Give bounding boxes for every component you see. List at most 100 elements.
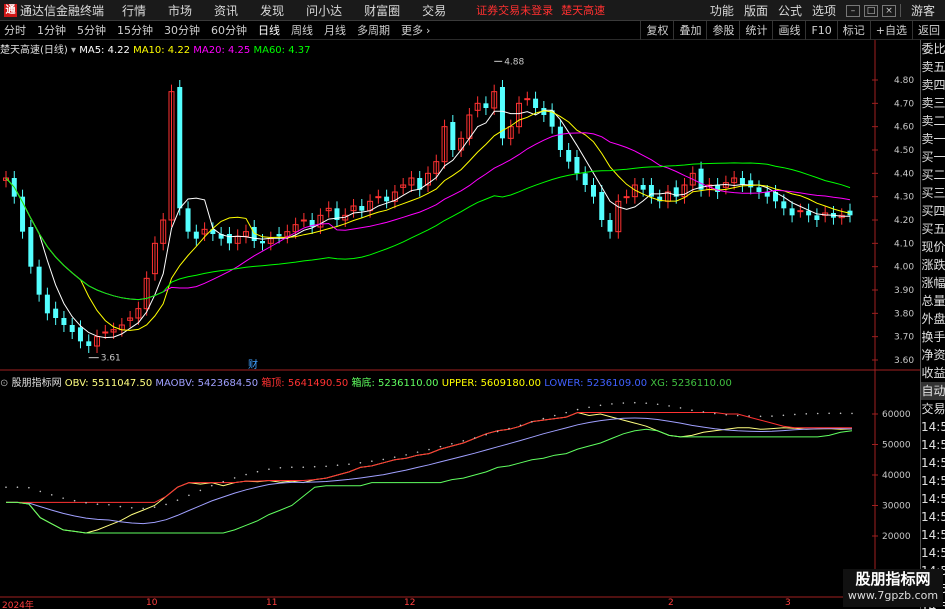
side-panel-item[interactable]: 收益 bbox=[921, 364, 945, 382]
upper-dot bbox=[679, 407, 682, 409]
upper-dot bbox=[736, 414, 739, 417]
candle-body bbox=[28, 227, 34, 267]
side-panel-item[interactable]: 总量 bbox=[921, 292, 945, 310]
upper-dot bbox=[805, 413, 808, 415]
upper-dot bbox=[771, 415, 773, 417]
side-panel-item[interactable]: 净资 bbox=[921, 346, 945, 364]
candle-body bbox=[764, 192, 770, 197]
side-panel-item[interactable]: 涨跌 bbox=[921, 256, 945, 274]
settings-icon[interactable]: ⊙ bbox=[0, 378, 8, 389]
side-panel-item[interactable]: 买五 bbox=[921, 220, 945, 238]
side-panel-item[interactable]: 交易 bbox=[921, 400, 945, 418]
upper-dot bbox=[645, 402, 648, 404]
upper-dot bbox=[268, 468, 270, 471]
upper-dot bbox=[371, 460, 373, 462]
price-tick-label: 3.60 bbox=[894, 356, 914, 366]
candle-body bbox=[359, 206, 365, 211]
upper-dot bbox=[439, 445, 442, 448]
upper-dot bbox=[565, 411, 567, 414]
candle-body bbox=[739, 178, 745, 185]
side-panel-item[interactable]: 外盘 bbox=[921, 310, 945, 328]
candle-body bbox=[599, 192, 605, 220]
side-panel-item[interactable]: 现价 bbox=[921, 238, 945, 256]
candle-body bbox=[781, 201, 787, 209]
upper-dot bbox=[748, 415, 750, 417]
chevron-down-icon[interactable]: ▾ bbox=[71, 45, 76, 56]
side-panel-item[interactable]: 卖二 bbox=[921, 112, 945, 130]
upper-dot bbox=[313, 465, 316, 468]
side-panel-item[interactable]: 14:56 bbox=[921, 454, 945, 472]
low-label: 3.61 bbox=[101, 354, 121, 364]
side-panel-item[interactable]: 14:56 bbox=[921, 526, 945, 544]
upper-dot bbox=[851, 412, 853, 415]
upper-dot bbox=[302, 466, 305, 468]
side-panel-item[interactable]: 14:56 bbox=[921, 544, 945, 562]
upper-dot bbox=[428, 448, 430, 451]
side-panel-item[interactable]: 自动 bbox=[921, 382, 945, 400]
upper-value: UPPER: 5609180.00 bbox=[441, 378, 542, 389]
indicator-legend: ⊙ 股朋指标网 OBV: 5511047.50 MAOBV: 5423684.5… bbox=[0, 374, 732, 389]
ma20-line bbox=[5, 132, 851, 301]
side-panel-item[interactable]: 卖四 bbox=[921, 76, 945, 94]
ma5-value: MA5: 4.22 bbox=[79, 45, 130, 56]
watermark-url: www.7gpzb.com bbox=[847, 589, 939, 602]
price-tick-label: 4.20 bbox=[894, 216, 914, 226]
upper-dot bbox=[588, 406, 590, 409]
finance-marker: 财 bbox=[248, 358, 258, 371]
side-panel-item[interactable]: 14:56 bbox=[921, 472, 945, 490]
upper-dot bbox=[39, 490, 42, 493]
ma10-value: MA10: 4.22 bbox=[133, 45, 191, 56]
side-panel-item[interactable]: 14:56 bbox=[921, 508, 945, 526]
candle-body bbox=[36, 266, 42, 295]
candle-body bbox=[582, 173, 588, 185]
ind-tick-label: 60000 bbox=[882, 410, 911, 420]
candle-body bbox=[69, 325, 75, 332]
date-label: 2 bbox=[668, 598, 674, 608]
candle-body bbox=[574, 157, 580, 174]
upper-dot bbox=[725, 413, 728, 416]
candle-body bbox=[566, 150, 572, 162]
upper-dot bbox=[28, 486, 30, 489]
upper-dot bbox=[165, 503, 167, 506]
candle-body bbox=[53, 308, 59, 318]
upper-dot bbox=[622, 402, 625, 404]
upper-dot bbox=[245, 473, 247, 476]
upper-dot bbox=[199, 489, 202, 492]
kline-chart[interactable]: 4.80 4.70 4.60 4.50 4.40 4.30 4.20 4.10 4.00 3.90… bbox=[0, 0, 920, 598]
upper-dot bbox=[668, 405, 670, 407]
side-panel-item[interactable]: 买三 bbox=[921, 184, 945, 202]
date-label: 11 bbox=[266, 598, 278, 608]
side-panel-item[interactable]: 14:56 bbox=[921, 418, 945, 436]
side-panel-item[interactable]: 买一 bbox=[921, 148, 945, 166]
upper-dot bbox=[782, 414, 785, 417]
price-tick-label: 4.10 bbox=[894, 239, 914, 249]
upper-dot bbox=[142, 507, 144, 510]
upper-dot bbox=[16, 486, 19, 489]
price-tick-label: 4.30 bbox=[894, 193, 914, 203]
side-panel-item[interactable]: 委比 bbox=[921, 40, 945, 58]
candle-body bbox=[86, 341, 92, 346]
side-panel-item[interactable]: 14:56 bbox=[921, 436, 945, 454]
side-panel-item[interactable]: 卖五 bbox=[921, 58, 945, 76]
side-panel-item[interactable]: 换手 bbox=[921, 328, 945, 346]
side-panel-item[interactable]: 涨幅 bbox=[921, 274, 945, 292]
upper-dot bbox=[153, 506, 156, 508]
upper-dot bbox=[702, 411, 705, 413]
date-label: 3 bbox=[785, 598, 791, 608]
side-panel-item[interactable]: 14:56 bbox=[921, 490, 945, 508]
candle-body bbox=[276, 234, 282, 237]
candle-body bbox=[590, 185, 596, 197]
side-panel-item[interactable]: 买二 bbox=[921, 166, 945, 184]
candle-body bbox=[384, 196, 390, 202]
side-panel-item[interactable]: 买四 bbox=[921, 202, 945, 220]
upper-dot bbox=[542, 417, 545, 420]
upper-dot bbox=[279, 467, 282, 469]
side-panel-item[interactable]: 卖三 bbox=[921, 94, 945, 112]
upper-dot bbox=[611, 403, 613, 405]
indicator-name: 股朋指标网 bbox=[11, 378, 62, 389]
lower-value: LOWER: 5236109.00 bbox=[544, 378, 648, 389]
upper-dot bbox=[405, 454, 407, 456]
candle-body bbox=[797, 210, 804, 213]
side-panel-item[interactable]: 卖一 bbox=[921, 130, 945, 148]
upper-dot bbox=[599, 404, 602, 407]
